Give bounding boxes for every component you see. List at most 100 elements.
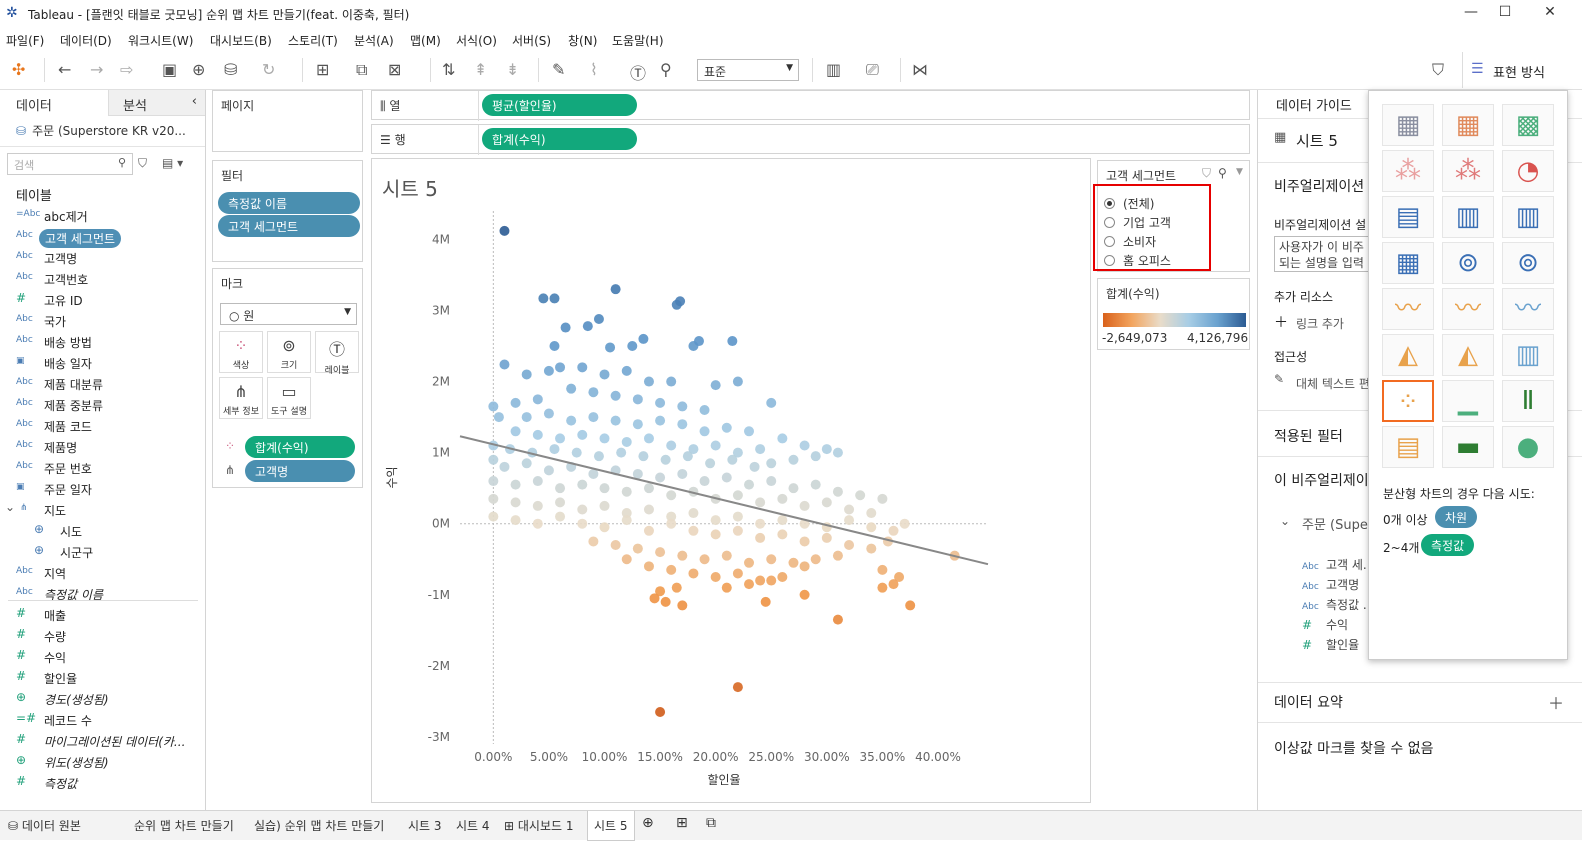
chart-icon[interactable]: ▥ [826,60,841,79]
data-point[interactable] [710,440,721,451]
data-point[interactable] [777,515,788,526]
data-point[interactable] [799,561,810,572]
field-item[interactable]: Abc 고객 세그먼트 [0,227,205,248]
field-item[interactable]: =Abc abc제거 [0,206,205,226]
data-point[interactable] [688,525,699,536]
data-point[interactable] [655,707,666,718]
data-point[interactable] [777,433,788,444]
data-point[interactable] [866,522,877,533]
data-point[interactable] [732,682,743,693]
sheet-tab-active[interactable]: 시트 5 [587,811,635,841]
plus-icon[interactable]: ＋ [1274,312,1288,332]
data-point[interactable] [666,564,677,575]
data-point[interactable] [699,476,710,487]
datasource-icon[interactable]: ⛁ [224,60,237,79]
data-point[interactable] [905,600,916,611]
data-point[interactable] [599,522,610,533]
data-point[interactable] [732,525,743,536]
scatter-plot-icon[interactable]: ⁘ [1382,380,1434,422]
field-item[interactable]: =# 레코드 수 [0,710,205,730]
data-point[interactable] [777,571,788,582]
tab-analysis[interactable]: 분석 ‹ [108,90,205,116]
size-button[interactable]: ⊚ 크기 [267,331,311,373]
sheet-tab[interactable]: 실습) 순위 맵 차트 만들기 [254,817,384,834]
data-point[interactable] [543,465,554,476]
area-discrete-icon[interactable]: ◭ [1442,334,1494,376]
data-point[interactable] [632,543,643,554]
pie-chart-icon[interactable]: ◔ [1502,150,1554,192]
search-icon[interactable]: ⚲ [1218,166,1227,180]
data-point[interactable] [599,500,610,511]
data-point[interactable] [677,468,688,479]
filter-pill-segment[interactable]: 고객 세그먼트 [218,215,360,237]
data-point[interactable] [844,540,855,551]
text-label-icon[interactable]: Ⓣ [630,60,646,84]
data-point[interactable] [688,508,699,519]
data-point[interactable] [727,336,738,347]
data-point[interactable] [675,296,686,307]
field-item[interactable]: Abc 측정값 이름 [0,584,205,604]
field-item[interactable]: Abc 배송 방법 [0,332,205,352]
tooltip-button[interactable]: ▭ 도구 설명 [267,377,311,419]
data-point[interactable] [555,362,566,373]
data-point[interactable] [621,554,632,565]
data-point[interactable] [499,359,510,370]
plus-icon[interactable]: ＋ [1548,690,1564,714]
fit-select[interactable]: 표준 ▼ [697,59,799,81]
data-point[interactable] [549,293,560,304]
data-point[interactable] [632,468,643,479]
data-point[interactable] [621,515,632,526]
data-point[interactable] [649,593,660,604]
field-item[interactable]: # 수량 [0,626,205,646]
data-point[interactable] [666,440,677,451]
description-textarea[interactable]: 사용자가 이 비주 되는 설명을 입력 [1274,236,1374,272]
filter-icon[interactable]: ⛉ [138,156,147,171]
box-whisker-icon[interactable]: Ⅱ [1502,380,1554,422]
data-point[interactable] [638,451,649,462]
data-point[interactable] [821,497,832,508]
menu-item[interactable]: 맵(M) [410,32,441,49]
data-point[interactable] [510,397,521,408]
data-point[interactable] [566,415,577,426]
data-point[interactable] [549,341,560,352]
data-point[interactable] [488,454,499,465]
field-item[interactable]: ⊕ 시도 [0,521,205,541]
trend-line[interactable] [459,435,989,566]
data-point[interactable] [643,483,654,494]
data-point[interactable] [766,575,777,586]
symbol-map-icon[interactable]: ⁂ [1382,150,1434,192]
treemap-icon[interactable]: ▦ [1382,242,1434,284]
field-item[interactable]: ⌄ ⋔ 지도 [0,500,205,520]
data-point[interactable] [488,476,499,487]
data-point[interactable] [655,547,666,558]
data-point[interactable] [755,497,766,508]
data-point[interactable] [666,490,677,501]
data-point[interactable] [577,429,588,440]
data-point[interactable] [721,472,732,483]
data-point[interactable] [655,415,666,426]
field-item[interactable]: Abc 국가 [0,311,205,331]
data-point[interactable] [755,575,766,586]
data-point[interactable] [588,412,599,423]
maximize-icon[interactable]: ☐ [1490,4,1520,20]
sheet-tab[interactable]: 시트 3 [408,817,442,834]
chevron-down-icon[interactable]: ▼ [1236,167,1243,177]
data-point[interactable] [588,536,599,547]
data-point[interactable] [599,369,610,380]
horizontal-bar-icon[interactable]: ▤ [1382,196,1434,238]
data-point[interactable] [710,529,721,540]
data-point[interactable] [577,504,588,515]
new-dashboard-icon[interactable]: ⊞ [676,815,688,831]
data-point[interactable] [521,412,532,423]
data-point[interactable] [499,225,510,236]
field-item[interactable]: Abc 고객명 [0,248,205,268]
field-item[interactable]: ⊕ 시군구 [0,542,205,562]
data-point[interactable] [632,394,643,405]
data-point[interactable] [788,483,799,494]
data-point[interactable] [877,582,888,593]
columns-pill[interactable]: 평균(할인율) [482,94,637,116]
data-point[interactable] [693,336,704,347]
packed-bubbles-icon[interactable]: ● [1502,426,1554,468]
color-button[interactable]: ⁘ 색상 [219,331,263,373]
dual-combination-icon[interactable]: ▥ [1502,334,1554,376]
